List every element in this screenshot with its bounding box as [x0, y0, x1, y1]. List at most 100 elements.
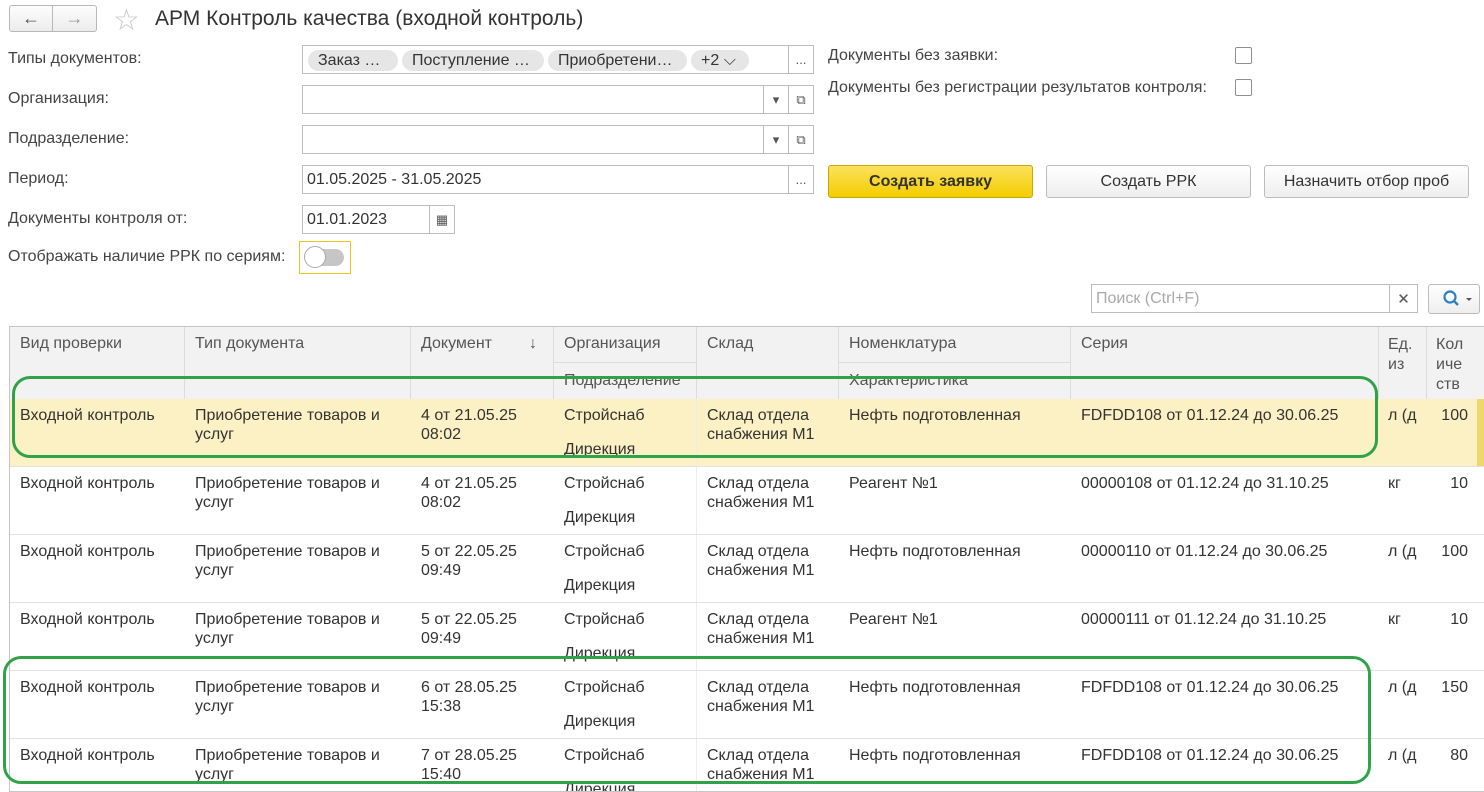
- cell-nomenclature: Реагент №1: [839, 603, 1071, 670]
- create-request-button[interactable]: Создать заявку: [828, 165, 1033, 198]
- col-doc-type-label: Тип документа: [195, 335, 305, 352]
- toggle-track: [304, 246, 344, 268]
- search-input[interactable]: Поиск (Ctrl+F) ✕: [1091, 284, 1418, 313]
- select-button[interactable]: ...: [788, 46, 813, 73]
- show-rrk-toggle[interactable]: [299, 241, 351, 274]
- col-organization[interactable]: Организация Подразделение: [554, 327, 697, 399]
- series-value: FDFDD108 от 01.12.24 до 30.06.25: [1081, 679, 1339, 696]
- doc-types-field[interactable]: Заказ … Поступление … Приобретени… +2 ⌵ …: [302, 45, 814, 74]
- cell-warehouse: Склад отдела снабжения М1: [697, 535, 839, 602]
- division-value: Дирекция: [564, 645, 636, 662]
- nomenclature-value: Нефть подготовленная: [849, 407, 1021, 424]
- col-unit[interactable]: Ед. из: [1379, 327, 1427, 399]
- table-row[interactable]: Входной контроль Приобретение товаров и у…: [10, 535, 1484, 603]
- cell-quantity: 10: [1427, 603, 1477, 670]
- cell-unit: л (д: [1379, 739, 1427, 791]
- open-icon[interactable]: ⧉: [788, 86, 813, 113]
- organization-value: Стройснаб: [564, 679, 645, 696]
- no-registration-checkbox[interactable]: [1235, 79, 1252, 96]
- cell-organization: Стройснаб Дирекция: [554, 671, 697, 738]
- cell-series: 00000108 от 01.12.24 до 31.10.25: [1071, 467, 1379, 534]
- col-division[interactable]: Подразделение: [554, 362, 696, 399]
- division-label: Подразделение:: [8, 130, 130, 147]
- org-field[interactable]: ▾ ⧉: [302, 85, 814, 114]
- table-row[interactable]: Входной контроль Приобретение товаров и у…: [10, 739, 1484, 791]
- cell-doc-type: Приобретение товаров и услуг: [185, 399, 411, 466]
- cell-unit: л (д: [1379, 535, 1427, 602]
- col-nomenclature-label: Номенклатура: [849, 335, 957, 352]
- check-type-value: Входной контроль: [20, 611, 155, 628]
- unit-value: л (д: [1388, 407, 1417, 424]
- cell-check-type: Входной контроль: [10, 671, 185, 738]
- quantity-value: 100: [1441, 543, 1468, 560]
- dropdown-icon[interactable]: ▾: [763, 86, 788, 113]
- doc-type-value: Приобретение товаров и услуг: [195, 543, 380, 579]
- check-type-value: Входной контроль: [20, 475, 155, 492]
- cell-doc-type: Приобретение товаров и услуг: [185, 535, 411, 602]
- cell-document: 4 от 21.05.25 08:02: [411, 467, 554, 534]
- table-row[interactable]: Входной контроль Приобретение товаров и у…: [10, 671, 1484, 739]
- cell-check-type: Входной контроль: [10, 399, 185, 466]
- doc-type-tag[interactable]: Поступление …: [402, 50, 544, 71]
- col-characteristic[interactable]: Характеристика: [839, 362, 1070, 399]
- assign-sampling-button[interactable]: Назначить отбор проб: [1264, 165, 1469, 198]
- calendar-icon[interactable]: ▦: [429, 206, 454, 233]
- check-type-value: Входной контроль: [20, 747, 155, 764]
- period-field[interactable]: 01.05.2025 - 31.05.2025 ...: [302, 165, 814, 194]
- col-check-type[interactable]: Вид проверки: [10, 327, 185, 399]
- doc-type-tag[interactable]: Приобретени…: [548, 50, 687, 71]
- arrow-right-icon: →: [65, 8, 84, 28]
- cell-unit: л (д: [1379, 671, 1427, 738]
- cell-warehouse: Склад отдела снабжения М1: [697, 739, 839, 791]
- division-value: Дирекция: [564, 577, 636, 594]
- cell-quantity: 10: [1427, 467, 1477, 534]
- control-from-date-field[interactable]: 01.01.2023 ▦: [302, 205, 455, 234]
- col-series[interactable]: Серия: [1071, 327, 1379, 399]
- cell-warehouse: Склад отдела снабжения М1: [697, 671, 839, 738]
- favorite-star-icon[interactable]: ☆: [113, 3, 140, 38]
- warehouse-value: Склад отдела снабжения М1: [707, 747, 815, 783]
- search-button[interactable]: [1428, 284, 1480, 314]
- doc-type-tag[interactable]: Заказ …: [308, 50, 398, 71]
- cell-organization: Стройснаб Дирекция: [554, 603, 697, 670]
- document-value: 4 от 21.05.25 08:02: [421, 475, 517, 511]
- table-row[interactable]: Входной контроль Приобретение товаров и у…: [10, 399, 1484, 467]
- cell-unit: л (д: [1379, 399, 1427, 466]
- control-from-label: Документы контроля от:: [8, 210, 188, 227]
- back-button[interactable]: ←: [9, 5, 53, 32]
- cell-quantity: 100: [1427, 535, 1477, 602]
- col-document[interactable]: Документ ↓: [411, 327, 554, 399]
- table-row[interactable]: Входной контроль Приобретение товаров и у…: [10, 603, 1484, 671]
- cell-nomenclature: Нефть подготовленная: [839, 671, 1071, 738]
- create-rrk-button[interactable]: Создать РРК: [1046, 165, 1251, 198]
- quantity-value: 150: [1441, 679, 1468, 696]
- col-nomenclature[interactable]: Номенклатура Характеристика: [839, 327, 1071, 399]
- cell-document: 6 от 28.05.25 15:38: [411, 671, 554, 738]
- clear-search-icon[interactable]: ✕: [1389, 285, 1417, 312]
- quantity-value: 80: [1450, 747, 1468, 764]
- cell-organization: Стройснаб Дирекция: [554, 399, 697, 466]
- open-icon[interactable]: ⧉: [788, 126, 813, 153]
- period-select-button[interactable]: ...: [788, 166, 813, 193]
- check-type-value: Входной контроль: [20, 543, 155, 560]
- cell-document: 4 от 21.05.25 08:02: [411, 399, 554, 466]
- cell-doc-type: Приобретение товаров и услуг: [185, 739, 411, 791]
- cell-document: 5 от 22.05.25 09:49: [411, 535, 554, 602]
- no-request-checkbox[interactable]: [1235, 47, 1252, 64]
- division-field[interactable]: ▾ ⧉: [302, 125, 814, 154]
- nomenclature-value: Нефть подготовленная: [849, 543, 1021, 560]
- dropdown-icon[interactable]: ▾: [763, 126, 788, 153]
- col-doc-type[interactable]: Тип документа: [185, 327, 411, 399]
- documents-table[interactable]: Вид проверки Тип документа Документ ↓ Орг…: [9, 326, 1484, 792]
- doc-types-more-tag[interactable]: +2 ⌵: [691, 50, 749, 71]
- doc-type-value: Приобретение товаров и услуг: [195, 611, 380, 647]
- table-row[interactable]: Входной контроль Приобретение товаров и у…: [10, 467, 1484, 535]
- period-value: 01.05.2025 - 31.05.2025: [307, 170, 482, 188]
- forward-button[interactable]: →: [53, 5, 97, 32]
- col-warehouse[interactable]: Склад: [697, 327, 839, 399]
- doc-type-value: Приобретение товаров и услуг: [195, 407, 380, 443]
- cell-series: 00000111 от 01.12.24 до 31.10.25: [1071, 603, 1379, 670]
- document-value: 5 от 22.05.25 09:49: [421, 543, 517, 579]
- nomenclature-value: Реагент №1: [849, 475, 938, 492]
- col-quantity[interactable]: Кол иче ств: [1427, 327, 1484, 399]
